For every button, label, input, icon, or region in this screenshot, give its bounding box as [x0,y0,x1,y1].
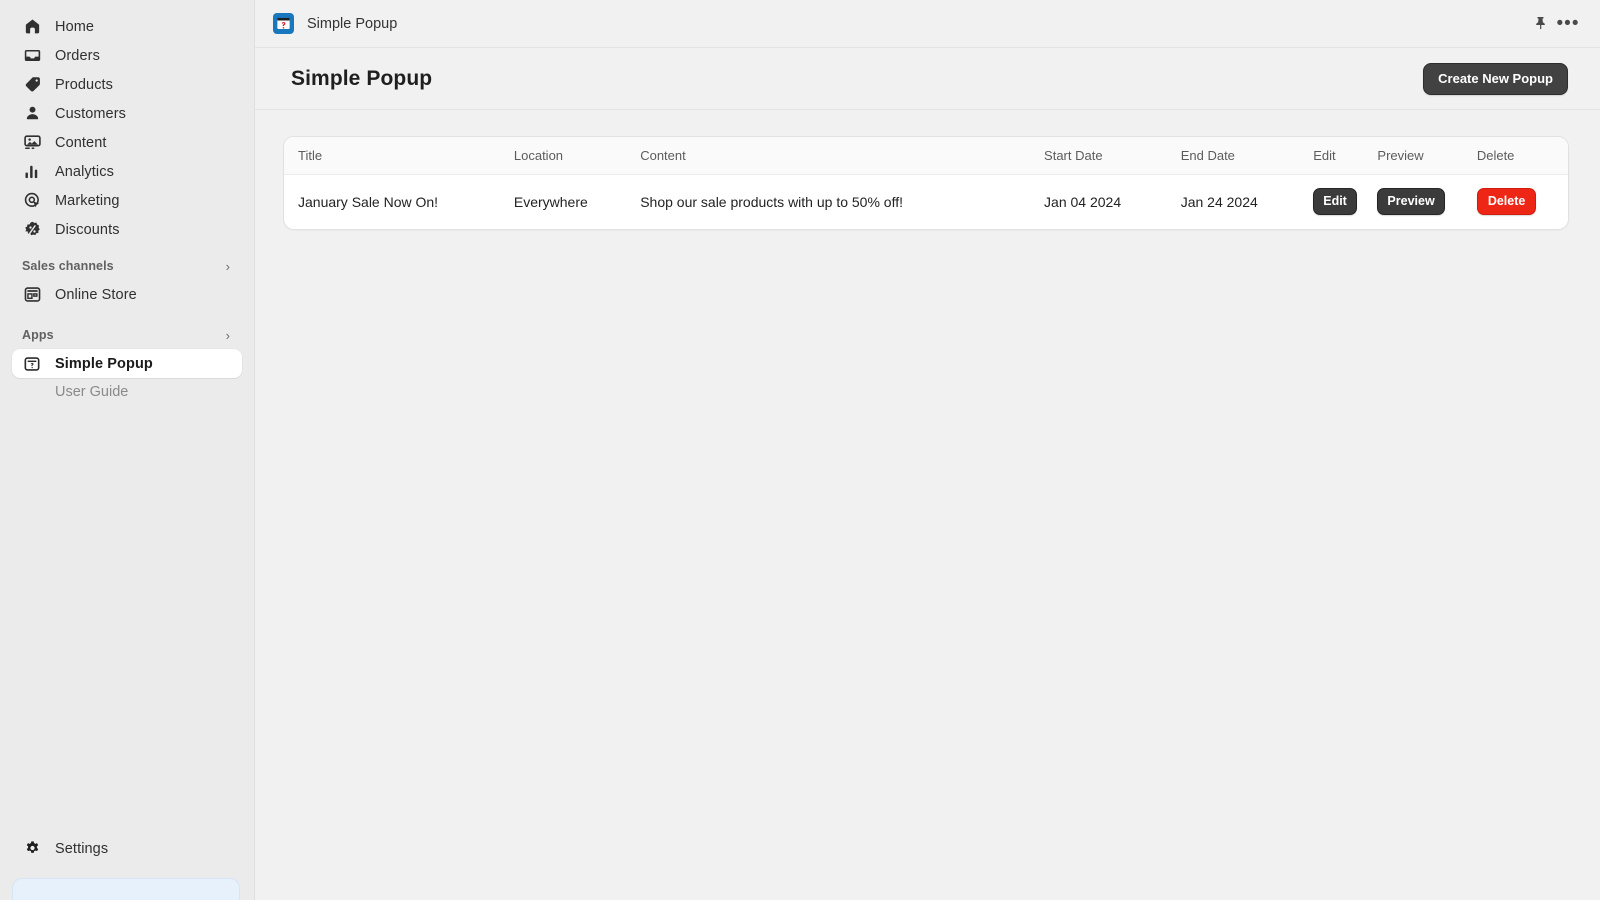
sidebar-item-label: Analytics [55,163,114,180]
customer-person-icon [22,104,42,124]
settings-row: Settings [0,834,254,863]
create-new-popup-button[interactable]: Create New Popup [1423,62,1568,95]
sidebar-item-analytics[interactable]: Analytics [12,157,242,186]
popups-table: Title Location Content Start Date End Da… [284,137,1568,229]
content-image-icon [22,133,42,153]
table-body: January Sale Now On! Everywhere Shop our… [284,175,1568,230]
sidebar: Home Orders Products Customers Content A… [0,0,255,900]
toast-notification-peek [12,878,240,900]
cell-start-date: Jan 04 2024 [1044,193,1122,210]
delete-button[interactable]: Delete [1476,188,1537,215]
topbar-app-title: Simple Popup [307,15,398,32]
sidebar-item-label: Products [55,76,114,93]
cell-edit: Edit [1313,175,1377,230]
sidebar-item-label: Orders [55,47,100,64]
col-header-location: Location [513,137,641,175]
sidebar-item-label: Discounts [55,221,120,238]
cell-preview: Preview [1377,175,1476,230]
popup-window-icon [22,354,42,374]
sidebar-item-customers[interactable]: Customers [12,99,242,128]
cell-delete: Delete [1476,175,1568,230]
sidebar-item-products[interactable]: Products [12,70,242,99]
cell-location: Everywhere [513,193,588,210]
gear-icon [22,839,42,859]
sidebar-item-user-guide[interactable]: User Guide [12,378,242,406]
sidebar-subitem-label: User Guide [55,384,129,400]
sidebar-item-online-store[interactable]: Online Store [12,280,242,309]
sidebar-item-label: Simple Popup [55,355,153,372]
product-tag-icon [22,75,42,95]
marketing-target-icon [22,191,42,211]
discount-badge-icon [22,220,42,240]
col-header-content: Content [640,137,1045,175]
sidebar-item-content[interactable]: Content [12,128,242,157]
simple-popup-app-icon [273,13,294,34]
storefront-icon [22,285,42,305]
sidebar-item-discounts[interactable]: Discounts [12,215,242,244]
sidebar-item-label: Marketing [55,192,120,209]
col-header-end-date: End Date [1180,137,1314,175]
app-root: Home Orders Products Customers Content A… [0,0,1600,900]
chevron-right-icon[interactable]: › [226,329,232,342]
pin-icon[interactable] [1526,10,1554,38]
preview-button[interactable]: Preview [1377,188,1445,215]
main-area: Simple Popup ••• Simple Popup Create New… [255,0,1600,900]
sidebar-item-marketing[interactable]: Marketing [12,186,242,215]
cell-title: January Sale Now On! [298,193,439,210]
orders-inbox-icon [22,46,42,66]
col-header-preview: Preview [1377,137,1477,175]
app-topbar: Simple Popup ••• [255,0,1600,48]
sidebar-item-home[interactable]: Home [12,12,242,41]
sidebar-section-label: Sales channels [22,259,114,273]
content-area: Title Location Content Start Date End Da… [255,110,1600,900]
sidebar-item-label: Content [55,134,107,151]
more-horizontal-icon[interactable]: ••• [1554,10,1582,38]
col-header-title: Title [284,137,514,175]
sidebar-item-orders[interactable]: Orders [12,41,242,70]
page-header: Simple Popup Create New Popup [255,48,1600,110]
edit-button[interactable]: Edit [1313,188,1357,215]
sidebar-section-sales-channels[interactable]: Sales channels › [12,252,242,280]
chevron-right-icon[interactable]: › [226,260,232,273]
sidebar-item-label: Home [55,18,95,35]
sidebar-item-label: Customers [55,105,126,122]
sidebar-item-simple-popup[interactable]: Simple Popup [12,349,242,378]
col-header-delete: Delete [1476,137,1568,175]
table-row: January Sale Now On! Everywhere Shop our… [284,175,1568,230]
analytics-bars-icon [22,162,42,182]
table-head: Title Location Content Start Date End Da… [284,137,1568,175]
table-header-row: Title Location Content Start Date End Da… [284,137,1568,175]
sidebar-section-apps[interactable]: Apps › [12,321,242,349]
home-icon [22,17,42,37]
page-title: Simple Popup [291,66,433,90]
sidebar-item-settings[interactable]: Settings [12,834,242,863]
col-header-start-date: Start Date [1044,137,1181,175]
more-dots: ••• [1556,12,1580,34]
sidebar-item-label: Online Store [55,286,137,303]
popups-table-card: Title Location Content Start Date End Da… [283,136,1569,230]
sidebar-item-label: Settings [55,840,109,857]
col-header-edit: Edit [1313,137,1378,175]
cell-end-date: Jan 24 2024 [1180,193,1258,210]
cell-content: Shop our sale products with up to 50% of… [640,193,903,210]
sidebar-section-label: Apps [22,328,54,342]
